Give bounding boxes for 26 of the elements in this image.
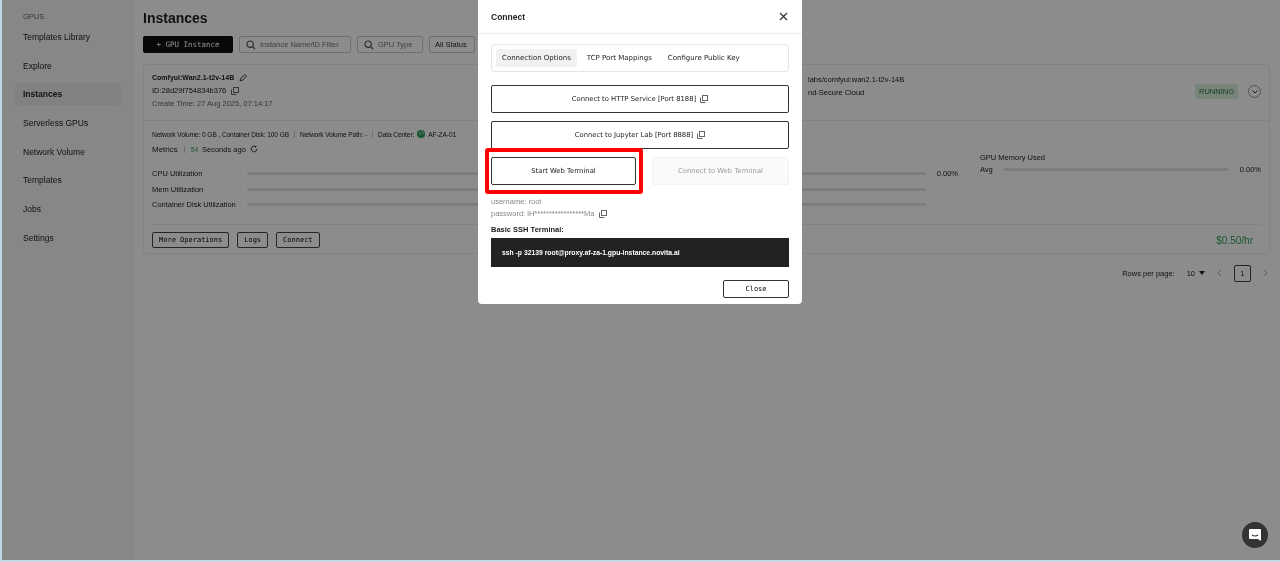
sidebar-item[interactable]: Settings (15, 226, 121, 249)
metrics-label: Metrics (152, 144, 178, 154)
sidebar-item[interactable]: Serverless GPUs (15, 112, 121, 135)
copy-icon[interactable] (700, 95, 709, 103)
search-icon (364, 39, 374, 50)
chat-icon (1248, 528, 1262, 542)
chat-button[interactable] (1242, 522, 1268, 548)
copy-icon[interactable] (697, 131, 706, 139)
dialog-title: Connect (491, 11, 525, 22)
sidebar-item[interactable]: Network Volume (15, 140, 121, 163)
sidebar-item[interactable]: Instances (15, 83, 121, 106)
copy-icon[interactable] (599, 209, 608, 218)
edit-icon[interactable] (239, 73, 248, 82)
page-title: Instances (143, 10, 208, 28)
sidebar-item[interactable]: Templates Library (15, 26, 121, 48)
search-icon (246, 39, 256, 50)
refresh-icon[interactable] (249, 145, 258, 153)
caret-icon (1199, 271, 1205, 275)
globe-icon (417, 130, 426, 138)
close-icon[interactable] (779, 12, 788, 21)
chevron-icon (1251, 89, 1258, 94)
price-text: $0.50/hr (1216, 234, 1253, 246)
sidebar-item[interactable]: Explore (15, 54, 121, 77)
copy-icon[interactable] (231, 86, 240, 95)
sidebar-item[interactable]: Templates (15, 169, 121, 192)
sidebar-item[interactable]: Jobs (15, 198, 121, 221)
